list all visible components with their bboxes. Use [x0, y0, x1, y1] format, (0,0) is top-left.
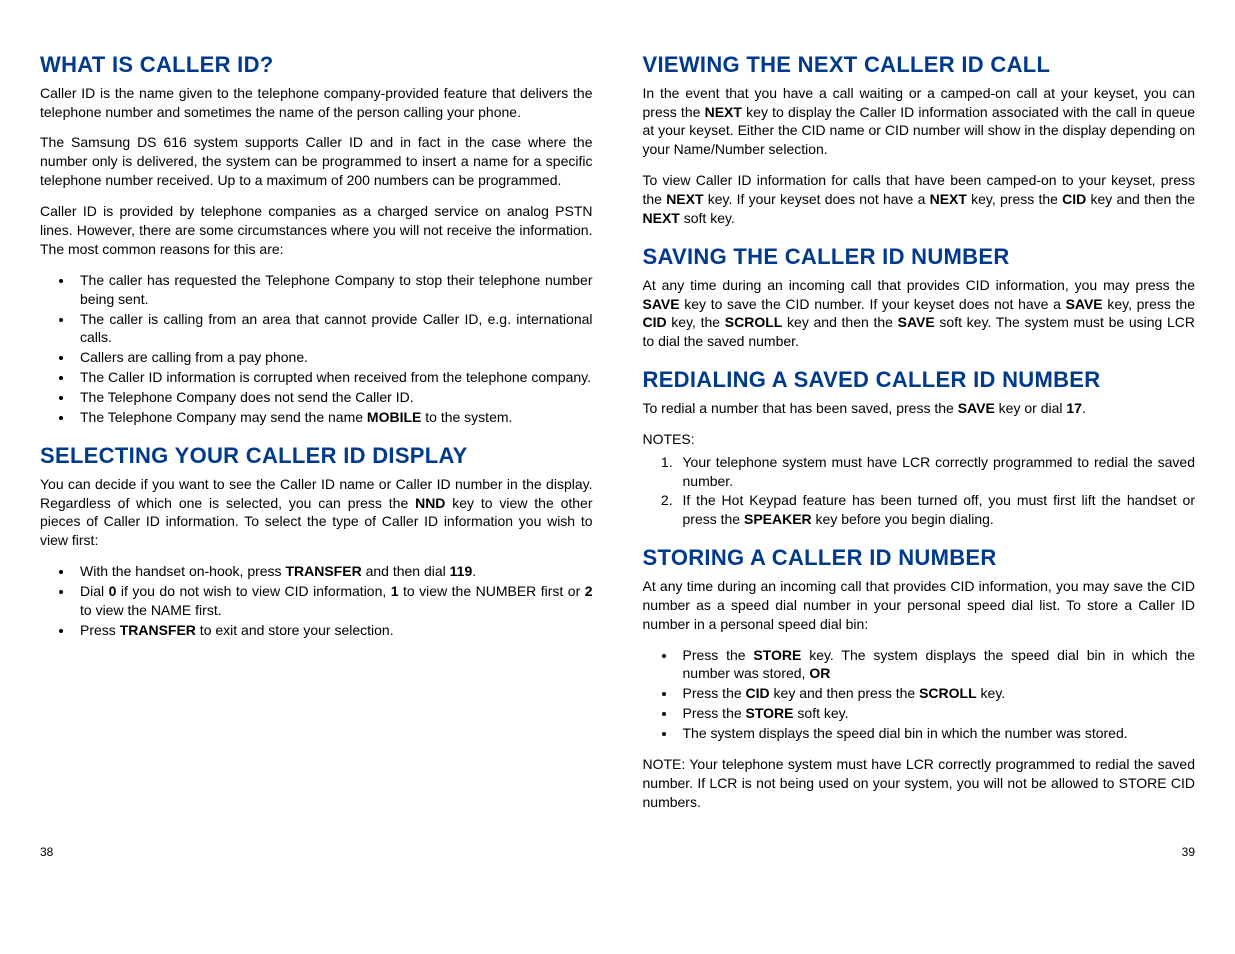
- paragraph: At any time during an incoming call that…: [643, 577, 1196, 634]
- heading-what-is-caller-id: WHAT IS CALLER ID?: [40, 50, 593, 80]
- list-item: Dial 0 if you do not wish to view CID in…: [74, 582, 593, 620]
- paragraph: Caller ID is provided by telephone compa…: [40, 202, 593, 259]
- page-number-left: 38: [40, 844, 593, 860]
- left-column: WHAT IS CALLER ID? Caller ID is the name…: [40, 50, 593, 860]
- heading-saving: SAVING THE CALLER ID NUMBER: [643, 242, 1196, 272]
- list-item: The Telephone Company does not send the …: [74, 388, 593, 407]
- paragraph: At any time during an incoming call that…: [643, 276, 1196, 352]
- list-item: Press the STORE soft key.: [677, 704, 1196, 723]
- steps-list: With the handset on-hook, press TRANSFER…: [40, 562, 593, 640]
- list-item: Press the STORE key. The system displays…: [677, 646, 1196, 684]
- right-body: VIEWING THE NEXT CALLER ID CALL In the e…: [643, 50, 1196, 824]
- list-item: The Caller ID information is corrupted w…: [74, 368, 593, 387]
- notes-list: Your telephone system must have LCR corr…: [643, 453, 1196, 530]
- list-item: Callers are calling from a pay phone.: [74, 348, 593, 367]
- reasons-list: The caller has requested the Telephone C…: [40, 271, 593, 427]
- list-item: Press TRANSFER to exit and store your se…: [74, 621, 593, 640]
- paragraph: To redial a number that has been saved, …: [643, 399, 1196, 418]
- paragraph: In the event that you have a call waitin…: [643, 84, 1196, 160]
- paragraph: Caller ID is the name given to the telep…: [40, 84, 593, 122]
- list-item: With the handset on-hook, press TRANSFER…: [74, 562, 593, 581]
- paragraph: To view Caller ID information for calls …: [643, 171, 1196, 228]
- list-item: If the Hot Keypad feature has been turne…: [677, 491, 1196, 529]
- heading-viewing-next: VIEWING THE NEXT CALLER ID CALL: [643, 50, 1196, 80]
- heading-redialing: REDIALING A SAVED CALLER ID NUMBER: [643, 365, 1196, 395]
- paragraph: You can decide if you want to see the Ca…: [40, 475, 593, 551]
- heading-selecting-display: SELECTING YOUR CALLER ID DISPLAY: [40, 441, 593, 471]
- list-item: The Telephone Company may send the name …: [74, 408, 593, 427]
- page-number-right: 39: [643, 844, 1196, 860]
- list-item: Your telephone system must have LCR corr…: [677, 453, 1196, 491]
- list-item: The caller has requested the Telephone C…: [74, 271, 593, 309]
- left-body: WHAT IS CALLER ID? Caller ID is the name…: [40, 50, 593, 824]
- list-item: The caller is calling from an area that …: [74, 310, 593, 348]
- storing-steps: Press the STORE key. The system displays…: [643, 646, 1196, 743]
- right-column: VIEWING THE NEXT CALLER ID CALL In the e…: [643, 50, 1196, 860]
- note-paragraph: NOTE: Your telephone system must have LC…: [643, 755, 1196, 812]
- heading-storing: STORING A CALLER ID NUMBER: [643, 543, 1196, 573]
- paragraph: The Samsung DS 616 system supports Calle…: [40, 133, 593, 190]
- notes-label: NOTES:: [643, 430, 1196, 449]
- list-item: Press the CID key and then press the SCR…: [677, 684, 1196, 703]
- list-item: The system displays the speed dial bin i…: [677, 724, 1196, 743]
